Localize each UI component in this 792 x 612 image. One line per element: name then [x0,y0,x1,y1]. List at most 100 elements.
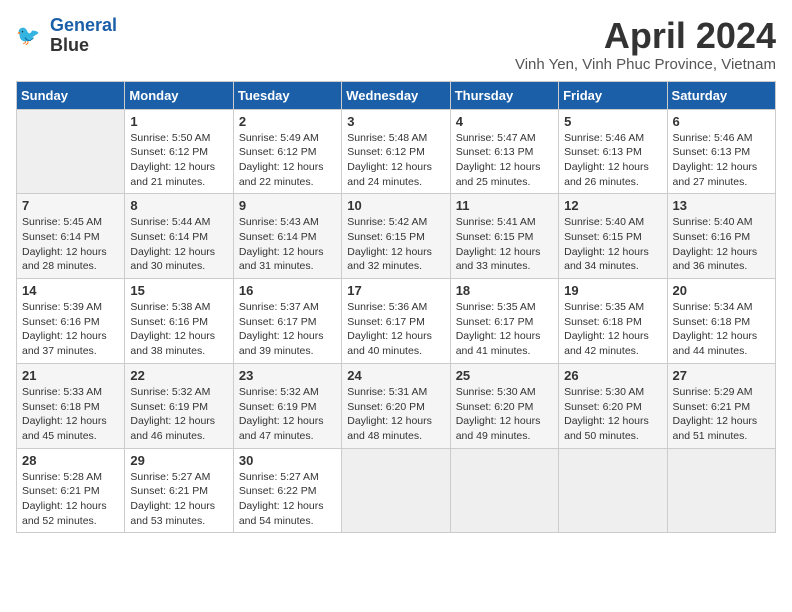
calendar-day-cell: 6 Sunrise: 5:46 AMSunset: 6:13 PMDaylight… [667,109,775,194]
calendar-day-cell: 28 Sunrise: 5:28 AMSunset: 6:21 PMDayligh… [17,448,125,533]
day-info: Sunrise: 5:43 AMSunset: 6:14 PMDaylight:… [239,215,336,274]
day-number: 6 [673,114,770,129]
logo-text: General Blue [50,16,117,56]
page-header: 🐦 General Blue April 2024 Vinh Yen, Vinh… [16,16,776,73]
day-info: Sunrise: 5:39 AMSunset: 6:16 PMDaylight:… [22,300,119,359]
location-title: Vinh Yen, Vinh Phuc Province, Vietnam [515,56,776,73]
day-number: 18 [456,283,553,298]
calendar-week-row: 14Sunrise: 5:39 AMSunset: 6:16 PMDayligh… [17,279,776,364]
calendar-day-cell: 16Sunrise: 5:37 AMSunset: 6:17 PMDayligh… [233,279,341,364]
day-info: Sunrise: 5:35 AMSunset: 6:17 PMDaylight:… [456,300,553,359]
day-info: Sunrise: 5:41 AMSunset: 6:15 PMDaylight:… [456,215,553,274]
calendar-day-cell: 11 Sunrise: 5:41 AMSunset: 6:15 PMDayligh… [450,194,558,279]
calendar-week-row: 7Sunrise: 5:45 AMSunset: 6:14 PMDaylight… [17,194,776,279]
calendar-day-cell: 2 Sunrise: 5:49 AMSunset: 6:12 PMDaylight… [233,109,341,194]
calendar-week-row: 1 Sunrise: 5:50 AMSunset: 6:12 PMDaylight… [17,109,776,194]
weekday-header: Thursday [450,81,558,109]
calendar-day-cell: 15 Sunrise: 5:38 AMSunset: 6:16 PMDayligh… [125,279,233,364]
weekday-header: Friday [559,81,667,109]
day-info: Sunrise: 5:31 AMSunset: 6:20 PMDaylight:… [347,385,444,444]
day-info: Sunrise: 5:32 AMSunset: 6:19 PMDaylight:… [239,385,336,444]
calendar-day-cell: 17Sunrise: 5:36 AMSunset: 6:17 PMDayligh… [342,279,450,364]
day-number: 24 [347,368,444,383]
day-number: 15 [130,283,227,298]
calendar-day-cell [342,448,450,533]
day-info: Sunrise: 5:45 AMSunset: 6:14 PMDaylight:… [22,215,119,274]
day-number: 23 [239,368,336,383]
calendar-header-row: SundayMondayTuesdayWednesdayThursdayFrid… [17,81,776,109]
calendar-day-cell: 9Sunrise: 5:43 AMSunset: 6:14 PMDaylight… [233,194,341,279]
day-info: Sunrise: 5:37 AMSunset: 6:17 PMDaylight:… [239,300,336,359]
day-number: 11 [456,198,553,213]
calendar-day-cell: 27Sunrise: 5:29 AMSunset: 6:21 PMDayligh… [667,363,775,448]
day-number: 22 [130,368,227,383]
calendar-day-cell: 29Sunrise: 5:27 AMSunset: 6:21 PMDayligh… [125,448,233,533]
calendar-day-cell [667,448,775,533]
logo-line2: Blue [50,36,117,56]
day-number: 3 [347,114,444,129]
day-info: Sunrise: 5:28 AMSunset: 6:21 PMDaylight:… [22,470,119,529]
calendar-day-cell [559,448,667,533]
day-number: 17 [347,283,444,298]
calendar-day-cell: 21Sunrise: 5:33 AMSunset: 6:18 PMDayligh… [17,363,125,448]
day-info: Sunrise: 5:35 AMSunset: 6:18 PMDaylight:… [564,300,661,359]
calendar-day-cell: 8 Sunrise: 5:44 AMSunset: 6:14 PMDaylight… [125,194,233,279]
day-info: Sunrise: 5:34 AMSunset: 6:18 PMDaylight:… [673,300,770,359]
calendar-day-cell [450,448,558,533]
day-number: 4 [456,114,553,129]
calendar-day-cell: 5 Sunrise: 5:46 AMSunset: 6:13 PMDaylight… [559,109,667,194]
day-info: Sunrise: 5:42 AMSunset: 6:15 PMDaylight:… [347,215,444,274]
calendar-day-cell: 30 Sunrise: 5:27 AMSunset: 6:22 PMDayligh… [233,448,341,533]
title-block: April 2024 Vinh Yen, Vinh Phuc Province,… [515,16,776,73]
weekday-header: Monday [125,81,233,109]
day-info: Sunrise: 5:48 AMSunset: 6:12 PMDaylight:… [347,131,444,190]
day-info: Sunrise: 5:49 AMSunset: 6:12 PMDaylight:… [239,131,336,190]
day-number: 20 [673,283,770,298]
day-info: Sunrise: 5:46 AMSunset: 6:13 PMDaylight:… [673,131,770,190]
calendar-day-cell: 4Sunrise: 5:47 AMSunset: 6:13 PMDaylight… [450,109,558,194]
day-info: Sunrise: 5:44 AMSunset: 6:14 PMDaylight:… [130,215,227,274]
day-number: 28 [22,453,119,468]
calendar-table: SundayMondayTuesdayWednesdayThursdayFrid… [16,81,776,534]
day-info: Sunrise: 5:40 AMSunset: 6:15 PMDaylight:… [564,215,661,274]
day-info: Sunrise: 5:50 AMSunset: 6:12 PMDaylight:… [130,131,227,190]
day-info: Sunrise: 5:27 AMSunset: 6:21 PMDaylight:… [130,470,227,529]
weekday-header: Tuesday [233,81,341,109]
svg-text:🐦: 🐦 [16,25,40,47]
calendar-day-cell: 7Sunrise: 5:45 AMSunset: 6:14 PMDaylight… [17,194,125,279]
calendar-day-cell: 14Sunrise: 5:39 AMSunset: 6:16 PMDayligh… [17,279,125,364]
month-title: April 2024 [515,16,776,56]
day-number: 8 [130,198,227,213]
calendar-day-cell: 12 Sunrise: 5:40 AMSunset: 6:15 PMDayligh… [559,194,667,279]
day-number: 1 [130,114,227,129]
weekday-header: Saturday [667,81,775,109]
day-number: 30 [239,453,336,468]
day-info: Sunrise: 5:27 AMSunset: 6:22 PMDaylight:… [239,470,336,529]
day-info: Sunrise: 5:29 AMSunset: 6:21 PMDaylight:… [673,385,770,444]
calendar-day-cell: 20 Sunrise: 5:34 AMSunset: 6:18 PMDayligh… [667,279,775,364]
calendar-week-row: 28 Sunrise: 5:28 AMSunset: 6:21 PMDayligh… [17,448,776,533]
day-info: Sunrise: 5:46 AMSunset: 6:13 PMDaylight:… [564,131,661,190]
calendar-day-cell: 10 Sunrise: 5:42 AMSunset: 6:15 PMDayligh… [342,194,450,279]
day-number: 5 [564,114,661,129]
day-info: Sunrise: 5:38 AMSunset: 6:16 PMDaylight:… [130,300,227,359]
calendar-day-cell: 26 Sunrise: 5:30 AMSunset: 6:20 PMDayligh… [559,363,667,448]
day-number: 19 [564,283,661,298]
day-number: 12 [564,198,661,213]
day-info: Sunrise: 5:32 AMSunset: 6:19 PMDaylight:… [130,385,227,444]
calendar-day-cell: 18 Sunrise: 5:35 AMSunset: 6:17 PMDayligh… [450,279,558,364]
day-number: 26 [564,368,661,383]
weekday-header: Sunday [17,81,125,109]
logo-line1: General [50,15,117,35]
logo: 🐦 General Blue [16,16,117,56]
calendar-day-cell: 1 Sunrise: 5:50 AMSunset: 6:12 PMDaylight… [125,109,233,194]
calendar-day-cell: 23 Sunrise: 5:32 AMSunset: 6:19 PMDayligh… [233,363,341,448]
day-info: Sunrise: 5:30 AMSunset: 6:20 PMDaylight:… [456,385,553,444]
day-info: Sunrise: 5:30 AMSunset: 6:20 PMDaylight:… [564,385,661,444]
day-number: 10 [347,198,444,213]
calendar-day-cell: 13Sunrise: 5:40 AMSunset: 6:16 PMDayligh… [667,194,775,279]
day-info: Sunrise: 5:40 AMSunset: 6:16 PMDaylight:… [673,215,770,274]
calendar-week-row: 21Sunrise: 5:33 AMSunset: 6:18 PMDayligh… [17,363,776,448]
day-number: 2 [239,114,336,129]
logo-icon: 🐦 [16,21,46,51]
